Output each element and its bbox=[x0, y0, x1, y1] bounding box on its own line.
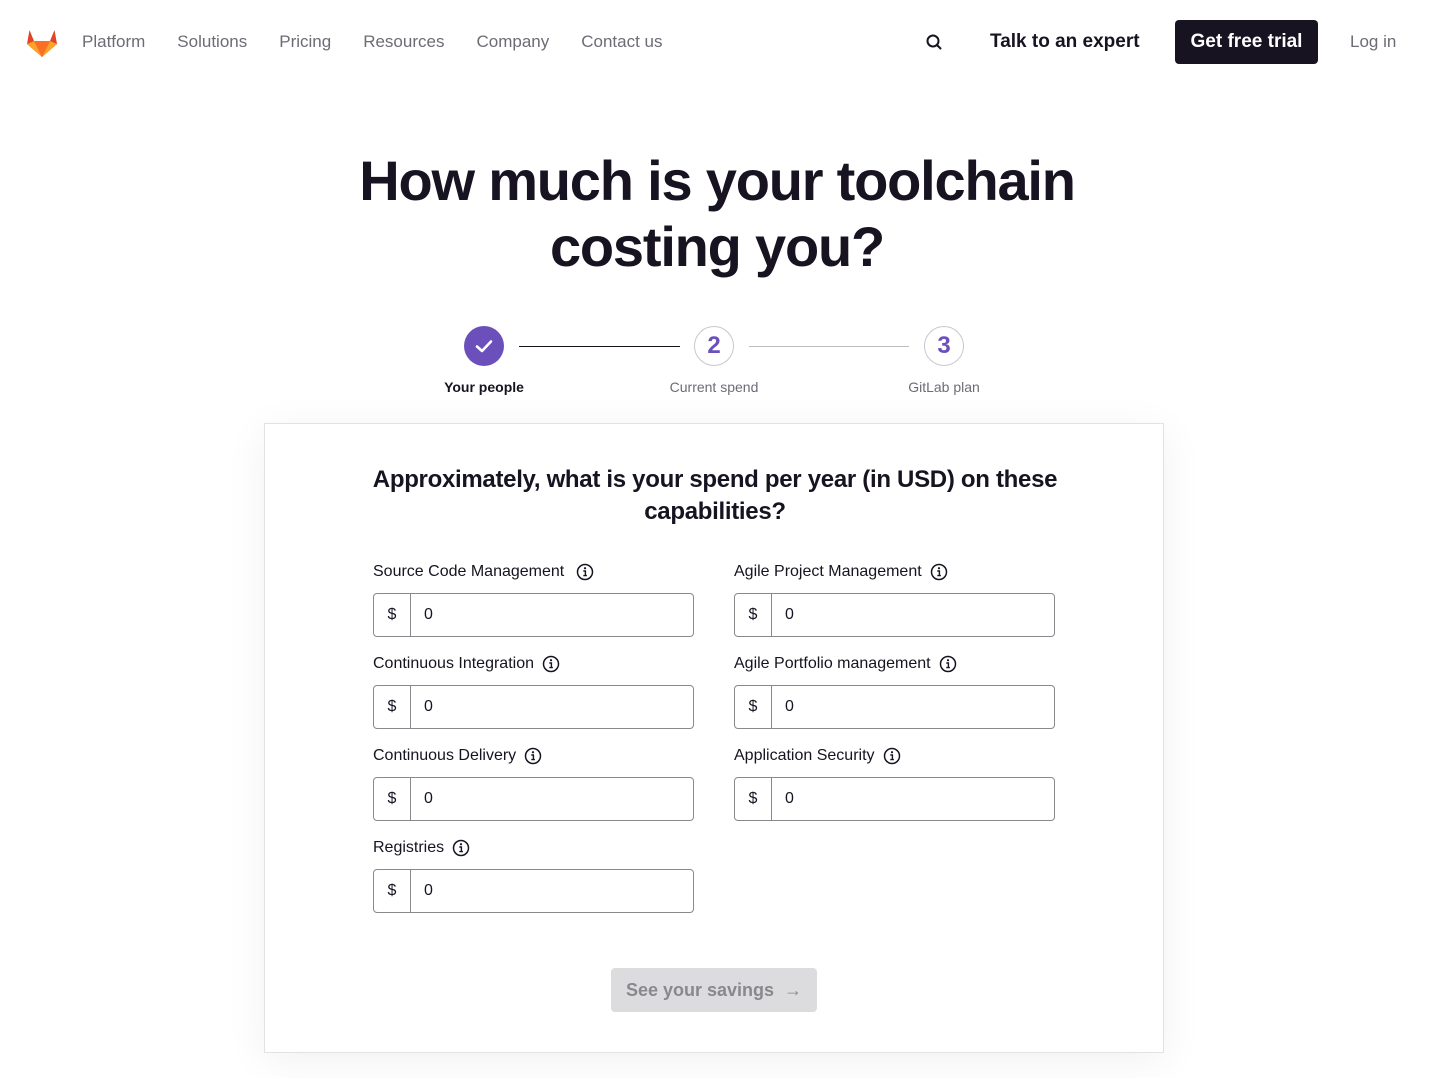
step-2-label: Current spend bbox=[669, 379, 759, 395]
get-free-trial-button[interactable]: Get free trial bbox=[1175, 20, 1318, 64]
nav-link-platform[interactable]: Platform bbox=[82, 31, 145, 53]
currency-input-group: $ bbox=[734, 593, 1055, 637]
currency-input-group: $ bbox=[373, 777, 694, 821]
see-your-savings-button[interactable]: See your savings → bbox=[611, 968, 817, 1012]
continuous-integration-input[interactable] bbox=[411, 686, 693, 728]
info-icon[interactable] bbox=[930, 563, 948, 581]
step-3-label: GitLab plan bbox=[908, 379, 980, 395]
field-registries: Registries $ bbox=[373, 837, 694, 913]
step-connector-1 bbox=[519, 346, 680, 347]
field-label: Registries bbox=[373, 839, 445, 856]
arrow-right-icon: → bbox=[784, 979, 803, 1000]
field-agile-project-management: Agile Project Management $ bbox=[734, 561, 1055, 637]
currency-prefix: $ bbox=[374, 870, 411, 912]
step-3-circle[interactable]: 3 bbox=[924, 326, 964, 366]
field-label: Agile Project Management bbox=[734, 563, 922, 580]
currency-prefix: $ bbox=[374, 594, 411, 636]
field-label: Agile Portfolio management bbox=[734, 655, 931, 672]
checkmark-icon bbox=[475, 340, 493, 353]
step-1-complete-circle[interactable] bbox=[464, 326, 504, 366]
field-source-code-management: Source Code Management $ bbox=[373, 561, 694, 637]
source-code-management-input[interactable] bbox=[411, 594, 693, 636]
currency-prefix: $ bbox=[735, 778, 772, 820]
page-title: How much is your toolchain costing you? bbox=[359, 149, 1076, 278]
form-title: Approximately, what is your spend per ye… bbox=[372, 466, 1058, 525]
currency-prefix: $ bbox=[374, 686, 411, 728]
field-application-security: Application Security $ bbox=[734, 745, 1055, 821]
step-1-label: Your people bbox=[444, 379, 524, 395]
nav-link-solutions[interactable]: Solutions bbox=[177, 31, 247, 53]
top-navigation: Platform Solutions Pricing Resources Com… bbox=[0, 0, 1434, 84]
currency-input-group: $ bbox=[734, 777, 1055, 821]
field-label: Source Code Management bbox=[373, 563, 565, 580]
step-connector-2 bbox=[749, 346, 909, 347]
nav-link-contact[interactable]: Contact us bbox=[581, 31, 662, 53]
nav-links: Platform Solutions Pricing Resources Com… bbox=[82, 31, 695, 53]
field-label: Continuous Delivery bbox=[373, 747, 517, 764]
application-security-input[interactable] bbox=[772, 778, 1054, 820]
info-icon[interactable] bbox=[939, 655, 957, 673]
nav-link-company[interactable]: Company bbox=[476, 31, 549, 53]
currency-input-group: $ bbox=[373, 869, 694, 913]
gitlab-logo-icon[interactable] bbox=[24, 24, 60, 60]
search-icon[interactable] bbox=[922, 30, 946, 54]
field-label: Continuous Integration bbox=[373, 655, 534, 672]
spend-form-card: Approximately, what is your spend per ye… bbox=[264, 423, 1164, 1053]
talk-to-expert-link[interactable]: Talk to an expert bbox=[990, 29, 1140, 55]
currency-input-group: $ bbox=[373, 593, 694, 637]
field-label: Application Security bbox=[734, 747, 875, 764]
info-icon[interactable] bbox=[452, 839, 470, 857]
currency-prefix: $ bbox=[735, 686, 772, 728]
field-agile-portfolio-management: Agile Portfolio management $ bbox=[734, 653, 1055, 729]
login-link[interactable]: Log in bbox=[1350, 31, 1396, 53]
field-continuous-delivery: Continuous Delivery $ bbox=[373, 745, 694, 821]
agile-portfolio-management-input[interactable] bbox=[772, 686, 1054, 728]
field-continuous-integration: Continuous Integration $ bbox=[373, 653, 694, 729]
info-icon[interactable] bbox=[542, 655, 560, 673]
nav-link-resources[interactable]: Resources bbox=[363, 31, 444, 53]
continuous-delivery-input[interactable] bbox=[411, 778, 693, 820]
info-icon[interactable] bbox=[576, 563, 594, 581]
currency-prefix: $ bbox=[735, 594, 772, 636]
info-icon[interactable] bbox=[883, 747, 901, 765]
registries-input[interactable] bbox=[411, 870, 693, 912]
progress-stepper: 2 3 Your people Current spend GitLab pla… bbox=[0, 326, 1434, 406]
step-2-circle[interactable]: 2 bbox=[694, 326, 734, 366]
agile-project-management-input[interactable] bbox=[772, 594, 1054, 636]
currency-input-group: $ bbox=[734, 685, 1055, 729]
currency-input-group: $ bbox=[373, 685, 694, 729]
savings-button-label: See your savings bbox=[625, 979, 775, 1000]
nav-link-pricing[interactable]: Pricing bbox=[279, 31, 331, 53]
currency-prefix: $ bbox=[374, 778, 411, 820]
info-icon[interactable] bbox=[524, 747, 542, 765]
